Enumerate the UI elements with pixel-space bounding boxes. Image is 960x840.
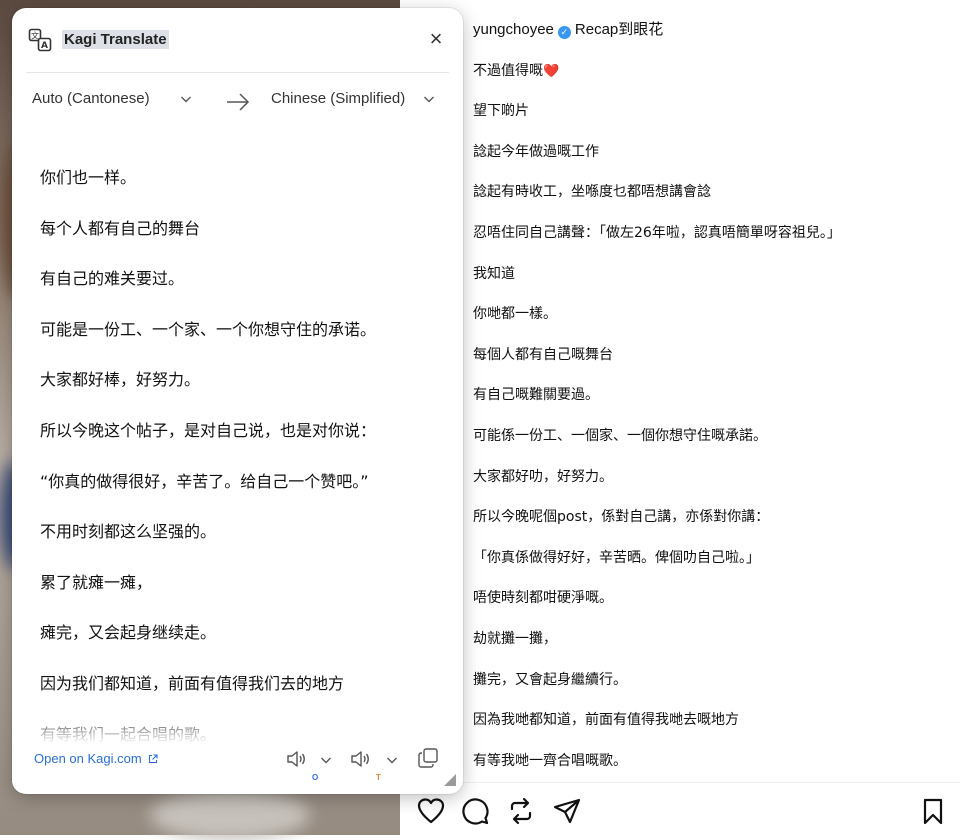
caption-line-text: 不過值得嘅 xyxy=(473,62,543,79)
caption-line: 我知道 xyxy=(473,265,515,282)
open-on-kagi-link[interactable]: Open on Kagi.com xyxy=(34,751,158,766)
caption-line: 不過值得嘅❤️ xyxy=(473,59,953,100)
svg-text:文: 文 xyxy=(31,31,39,41)
caption-line: 忍唔住同自己講聲：「做左26年啦，認真唔簡單呀容祖兒。」 xyxy=(473,224,841,241)
translation-line: 所以今晚这个帖子，是对自己说，也是对你说： xyxy=(40,420,377,440)
close-icon[interactable]: × xyxy=(425,28,447,50)
popup-footer: Open on Kagi.com O T xyxy=(12,743,463,793)
caption-line: 有等我哋一齊合唱嘅歌。 xyxy=(473,752,627,769)
text-fade-overlay xyxy=(12,708,463,748)
external-link-icon xyxy=(148,754,158,764)
popup-header: 文 A Kagi Translate × xyxy=(12,8,463,72)
target-language-label: Chinese (Simplified) xyxy=(271,90,406,107)
kagi-translate-popup: 文 A Kagi Translate × Auto (Cantonese) Ch… xyxy=(12,8,463,794)
translation-line: 累了就瘫一瘫， xyxy=(40,572,153,592)
comment-icon[interactable] xyxy=(460,796,490,826)
translation-line: 有自己的难关要过。 xyxy=(40,269,185,289)
caption-line: 大家都好叻，好努力。 xyxy=(473,468,613,485)
translation-line: 不用时刻都这么坚强的。 xyxy=(40,522,217,542)
translation-line: 每个人都有自己的舞台 xyxy=(40,218,201,238)
language-selector-bar: Auto (Cantonese) Chinese (Simplified) xyxy=(12,90,463,120)
source-language-label: Auto (Cantonese) xyxy=(32,90,150,107)
repost-icon[interactable] xyxy=(506,796,536,826)
post-actions xyxy=(414,796,954,830)
source-speaker-icon[interactable] xyxy=(286,749,308,769)
translate-icon: 文 A xyxy=(28,28,52,52)
caption-header: yungchoyee ✓ Recap到眼花 xyxy=(473,18,953,59)
translation-output: 你们也一样。每个人都有自己的舞台 有自己的难关要过。可能是一份工、一个家、一个你想… xyxy=(40,166,440,773)
caption-line: 你哋都一樣。 xyxy=(473,306,557,323)
source-language-select[interactable]: Auto (Cantonese) xyxy=(32,90,192,107)
caption-line: 諗起有時收工，坐喺度乜都唔想講會諗 xyxy=(473,184,711,201)
save-bookmark-icon[interactable] xyxy=(918,796,948,826)
caption-line: 攤完，又會起身繼續行。 xyxy=(473,671,627,688)
caption-line: 諗起今年做過嘅工作 xyxy=(473,143,599,160)
red-heart-icon: ❤️ xyxy=(543,63,560,79)
target-speaker-icon[interactable] xyxy=(350,749,372,769)
caption-line: 可能係一份工、一個家、一個你想守住嘅承諾。 xyxy=(473,427,767,444)
divider xyxy=(400,782,960,783)
translation-line: 瘫完，又会起身继续走。 xyxy=(40,623,217,643)
chevron-down-icon[interactable] xyxy=(386,754,398,766)
target-speaker-tag: T xyxy=(376,773,381,782)
caption-line: 望下啲片 xyxy=(473,103,529,120)
target-language-select[interactable]: Chinese (Simplified) xyxy=(271,90,435,107)
translation-line: 你们也一样。 xyxy=(40,168,137,187)
translation-line: 可能是一份工、一个家、一个你想守住的承诺。 xyxy=(40,319,377,339)
verified-badge-icon: ✓ xyxy=(557,26,571,39)
caption-line: 劫就攤一攤， xyxy=(473,630,557,647)
source-speaker-tag: O xyxy=(312,773,319,782)
caption-first-line: Recap到眼花 xyxy=(574,21,664,38)
caption-line: 有自己嘅難關要過。 xyxy=(473,387,599,404)
resize-handle-icon[interactable] xyxy=(444,774,456,786)
copy-icon[interactable] xyxy=(417,747,439,769)
open-on-kagi-label: Open on Kagi.com xyxy=(34,751,142,766)
caption-line: 每個人都有自己嘅舞台 xyxy=(473,346,613,363)
arrow-right-icon xyxy=(227,93,250,111)
svg-text:A: A xyxy=(41,41,48,51)
translation-line: “你真的做得很好，辛苦了。给自己一个赞吧。” xyxy=(40,471,369,491)
share-send-icon[interactable] xyxy=(552,796,582,826)
chevron-down-icon xyxy=(180,96,191,102)
photo-detail xyxy=(150,790,310,840)
popup-title: Kagi Translate xyxy=(62,30,169,49)
caption-line: 「你真係做得好好，辛苦晒。俾個叻自己啦。」 xyxy=(473,549,760,566)
instagram-post-panel: yungchoyee ✓ Recap到眼花 不過值得嘅❤️ 望下啲片諗起今年做過嘅工… xyxy=(400,0,960,835)
username-link[interactable]: yungchoyee xyxy=(473,21,554,38)
translation-line: 大家都好棒，好努力。 xyxy=(40,370,201,390)
divider xyxy=(26,72,449,73)
caption-line: 唔使時刻都咁硬淨嘅。 xyxy=(473,590,613,607)
caption-line: 因為我哋都知道，前面有值得我哋去嘅地方 xyxy=(473,712,739,729)
like-heart-icon[interactable] xyxy=(416,796,446,826)
chevron-down-icon xyxy=(424,96,435,102)
caption-lines: 望下啲片諗起今年做過嘅工作諗起有時收工，坐喺度乜都唔想講會諗忍唔住同自己講聲：「… xyxy=(473,99,953,789)
chevron-down-icon[interactable] xyxy=(320,754,332,766)
caption: yungchoyee ✓ Recap到眼花 不過值得嘅❤️ 望下啲片諗起今年做過嘅工… xyxy=(473,18,953,789)
caption-line: 所以今晚呢個post，係對自己講，亦係對你講： xyxy=(473,509,770,526)
